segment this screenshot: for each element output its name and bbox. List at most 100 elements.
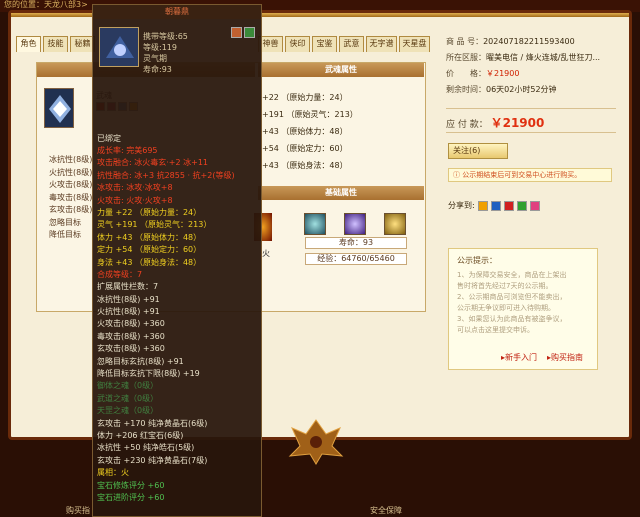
price-value: ￥21900 (486, 69, 520, 78)
tooltip-attr-line: 体力 +206 红宝石(6级) (97, 430, 184, 440)
right-stat: +54 （原始定力：60） (262, 144, 348, 153)
divider (446, 108, 616, 109)
notice-line: 公示期无争议即可进入待购期。 (457, 304, 555, 312)
tooltip-attr-line: 天罡之魂（0级） (97, 406, 159, 416)
item-tooltip: 朝暮鼎 携带等级:65 等级:119 灵气期 寿命:93 已绑定 成长率: 完美… (92, 4, 262, 517)
tooltip-attr-line: 定力 +54 （原始定力：60） (97, 245, 202, 255)
notice-line: 3、如果您认为此商品有被盗争议， (457, 315, 567, 323)
dragon-emblem-icon (288, 419, 344, 465)
tooltip-attr-line: 玄攻击 +170 纯净黄晶石(6级) (97, 418, 208, 428)
footer-security[interactable]: 安全保障 (370, 505, 402, 516)
share-row: 分享到: (448, 200, 540, 211)
gem-slot-1[interactable] (304, 213, 326, 235)
right-stat: +191 （原始灵气：213） (262, 110, 358, 119)
tooltip-line: 携带等级:65 (143, 32, 188, 41)
guide-link[interactable]: ▸购买指南 (547, 352, 583, 363)
pay-row: 应 付 款： ￥21900 (446, 114, 544, 131)
tooltip-attributes: 成长率: 完美695 攻击融合: 冰火毒玄·+2 冰+11 抗性融合: 冰+3 抗2… (97, 145, 261, 504)
left-stat: 火攻击(8级) (49, 180, 93, 189)
exp-value: 经验：64760/65460 (305, 253, 407, 265)
tooltip-attr-line: 武道之魂（0级） (97, 393, 159, 403)
notice-title: 公示提示： (457, 256, 497, 265)
share-icon[interactable] (503, 200, 514, 211)
tooltip-attr-line: 攻击融合: 冰火毒玄·+2 冰+11 (97, 158, 208, 168)
goods-info: 商 品 号：202407182211593400 所在区服：曜美电信 / 烽火连… (446, 36, 600, 98)
footer-buy-guide[interactable]: 购买指 (66, 505, 90, 516)
wuhun-attr-header: 武魂属性 (258, 63, 424, 77)
newbie-link[interactable]: ▸新手入门 (501, 352, 537, 363)
divider (446, 132, 616, 133)
tooltip-title: 朝暮鼎 (93, 5, 261, 19)
tab-role[interactable]: 角色 (16, 36, 41, 52)
tooltip-summary: 携带等级:65 等级:119 灵气期 寿命:93 (143, 31, 188, 75)
tab-wuzipu[interactable]: 无字谱 (366, 36, 397, 52)
share-icon[interactable] (477, 200, 488, 211)
tab-bar-right: 神兽 侠印 宝鉴 武意 无字谱 天星盘 (258, 36, 432, 52)
tooltip-attr-line: 火攻击(8级) +360 (97, 319, 165, 329)
right-stat: +22 （原始力量：24） (262, 93, 348, 102)
notice-line: 1、为保障交易安全，商品在上架出 (457, 271, 567, 279)
base-attr-header: 基础属性 (258, 186, 424, 200)
share-label: 分享到: (448, 201, 475, 210)
share-icon[interactable] (490, 200, 501, 211)
tab-tianxing[interactable]: 天星盘 (399, 36, 430, 52)
pay-value: ￥21900 (490, 116, 545, 130)
newbie-link-label: 新手入门 (505, 353, 538, 362)
left-stat: 忽略目标 (49, 217, 81, 227)
bound-status: 已绑定 (97, 134, 121, 143)
left-stat: 毒攻击(8级) (49, 192, 93, 202)
guide-link-label: 购买指南 (551, 353, 584, 362)
notice-line: 售时将首先经过7天的公示期。 (457, 282, 553, 290)
follow-label: 关注(6) (453, 146, 481, 155)
time-value: 06天02小时52分钟 (486, 85, 557, 94)
tooltip-attr-line: 身法 +43 （原始身法：48） (97, 257, 202, 267)
badge-icon (231, 27, 242, 38)
item-icon (99, 27, 139, 67)
right-stat: +43 （原始体力：48） (262, 127, 348, 136)
notice-bar: ⓘ 公示期结束后可到交易中心进行购买。 (448, 168, 612, 182)
time-label: 剩余时间： (446, 85, 486, 94)
pay-label: 应 付 款： (446, 120, 488, 130)
tooltip-attr-line: 力量 +22 （原始力量：24） (97, 207, 202, 217)
tooltip-attr-line: 冰攻击: 冰攻·冰攻+8 (97, 183, 173, 193)
element-label: 火 (262, 249, 270, 258)
tooltip-badges (231, 27, 255, 38)
info-icon: ⓘ (453, 171, 460, 179)
goods-id: 202407182211593400 (483, 37, 575, 46)
tooltip-attr-line: 火抗性(8级) +91 (97, 307, 160, 317)
follow-button[interactable]: 关注(6) (448, 143, 508, 159)
life-value: 寿命：93 (305, 237, 407, 249)
tooltip-attr-line: 合成等级：7 (97, 269, 143, 279)
tooltip-attr-line: 成长率: 完美695 (97, 146, 158, 155)
left-stat: 火抗性(8级) (49, 167, 93, 177)
badge-icon (244, 27, 255, 38)
tooltip-attr-line: 御体之魂（0级） (97, 381, 159, 391)
tab-xiayin[interactable]: 侠印 (285, 36, 310, 52)
tooltip-attr-line: 抗性融合: 冰+3 抗2855 · 抗+2(等级) (97, 170, 235, 180)
share-icon[interactable] (529, 200, 540, 211)
left-stat: 降低目标 (49, 230, 81, 239)
tab-wuyi[interactable]: 武意 (339, 36, 364, 52)
tooltip-attr-line: 忽略目标玄抗(8级) +91 (97, 356, 184, 366)
tooltip-attr-line: 玄攻击 +230 纯净黄晶石(7级) (97, 455, 208, 465)
tooltip-attr-line: 宝石修炼评分 +60 (97, 480, 165, 490)
gem-slot-2[interactable] (344, 213, 366, 235)
right-stat: +43 （原始身法：48） (262, 161, 348, 170)
tooltip-attr-line: 灵气 +191 （原始灵气：213） (97, 220, 212, 230)
left-stat: 冰抗性(8级) (49, 155, 93, 164)
tooltip-attr-line: 宝石进阶评分 +60 (97, 492, 165, 502)
tooltip-line: 灵气期 (143, 54, 167, 63)
tab-baojian[interactable]: 宝鉴 (312, 36, 337, 52)
tooltip-attr-line: 毒攻击(8级) +360 (97, 331, 165, 341)
left-stat-list: 冰抗性(8级) 火抗性(8级) 火攻击(8级) 毒攻击(8级) 玄攻击(8级) … (49, 154, 92, 242)
share-icon[interactable] (516, 200, 527, 211)
gem-slot-3[interactable] (384, 213, 406, 235)
price-label: 价 格： (446, 69, 486, 78)
tooltip-attr-line: 火攻击: 火攻·火攻+8 (97, 195, 173, 205)
wuhun-icon[interactable] (44, 88, 74, 128)
tooltip-attr-line: 降低目标玄抗下限(8级) +19 (97, 369, 200, 379)
gem-slots (304, 213, 406, 235)
server-value: 曜美电信 / 烽火连城/乱世狂刀... (486, 53, 601, 62)
tooltip-attr-line: 扩展属性栏数：7 (97, 282, 159, 292)
tab-skill[interactable]: 技能 (43, 36, 68, 52)
